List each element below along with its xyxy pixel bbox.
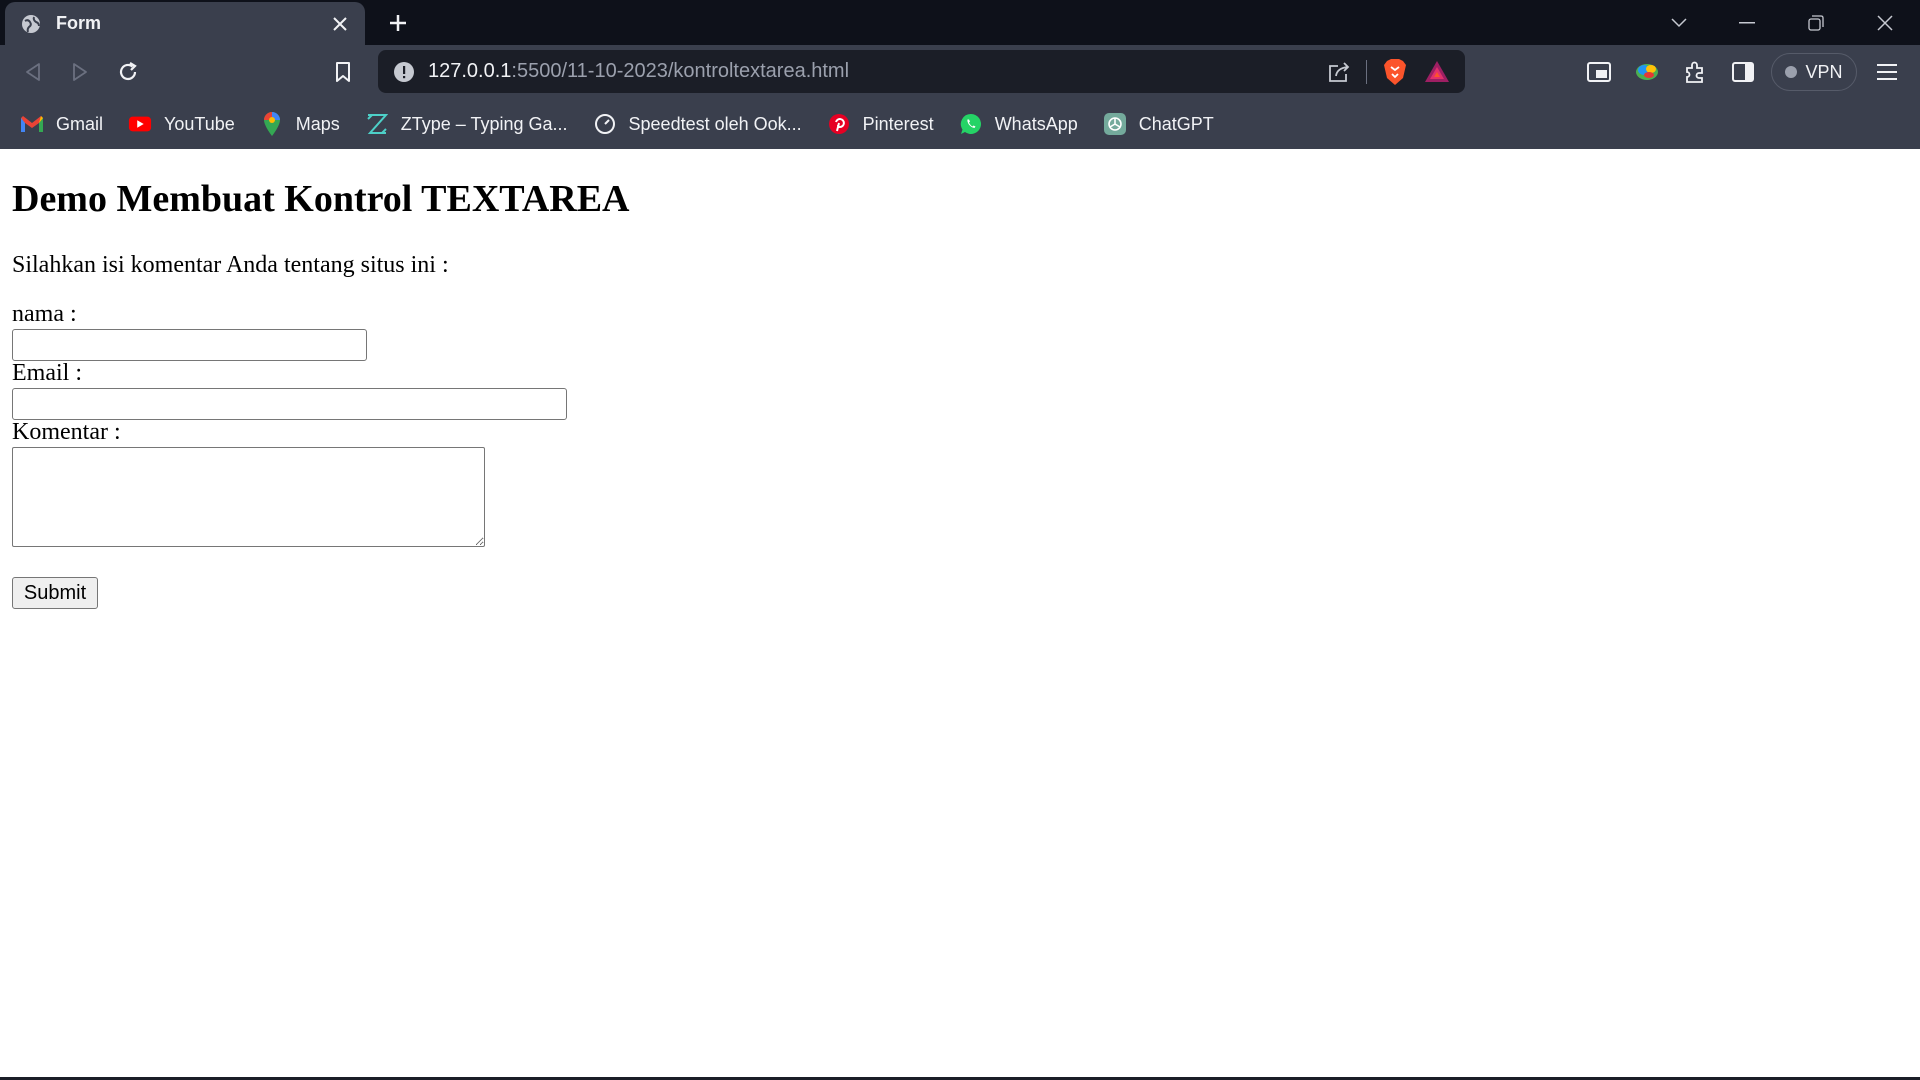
back-icon[interactable]	[18, 57, 48, 87]
sidebar-toggle-icon[interactable]	[1728, 57, 1758, 87]
komentar-textarea[interactable]	[12, 447, 485, 547]
bookmark-maps[interactable]: Maps	[260, 112, 340, 136]
url-text[interactable]: 127.0.0.1:5500/11-10-2023/kontroltextare…	[428, 60, 849, 83]
vpn-label: VPN	[1805, 61, 1843, 82]
reload-icon[interactable]	[113, 57, 143, 87]
bookmark-chatgpt[interactable]: ChatGPT	[1103, 112, 1214, 136]
bookmark-gmail[interactable]: Gmail	[20, 112, 103, 136]
gmail-icon	[20, 112, 44, 136]
bookmark-label: Speedtest oleh Ook...	[628, 113, 802, 134]
nama-label: nama :	[12, 301, 77, 327]
bookmark-label: ZType – Typing Ga...	[400, 113, 568, 134]
browser-tab[interactable]: Form	[5, 2, 365, 45]
intro-text: Silahkan isi komentar Anda tentang situs…	[12, 252, 449, 278]
bookmark-pinterest[interactable]: Pinterest	[827, 112, 934, 136]
share-icon[interactable]	[1326, 59, 1352, 85]
bookmark-label: WhatsApp	[994, 113, 1078, 134]
bookmark-label: Maps	[295, 113, 340, 134]
maps-icon	[260, 112, 284, 136]
bookmarks-bar: Gmail YouTube Maps ZType – Typing Ga... …	[0, 99, 1920, 149]
vpn-button[interactable]: VPN	[1771, 53, 1857, 91]
close-tab-icon[interactable]	[329, 13, 351, 35]
menu-icon[interactable]	[1872, 57, 1902, 87]
ztype-icon	[365, 112, 389, 136]
bookmark-label: ChatGPT	[1138, 113, 1214, 134]
email-label: Email :	[12, 360, 82, 386]
chatgpt-icon	[1103, 112, 1127, 136]
globe-icon	[20, 13, 42, 35]
close-window-icon[interactable]	[1870, 8, 1900, 38]
brave-rewards-icon[interactable]	[1423, 58, 1451, 86]
bookmark-speedtest[interactable]: Speedtest oleh Ook...	[593, 112, 802, 136]
vpn-status-icon	[1785, 66, 1798, 78]
bookmark-label: Gmail	[56, 113, 104, 134]
browser-toolbar: 127.0.0.1:5500/11-10-2023/kontroltextare…	[0, 45, 1920, 99]
whatsapp-icon	[959, 112, 983, 136]
url-host: 127.0.0.1	[428, 60, 512, 82]
bookmark-icon[interactable]	[328, 57, 358, 87]
url-path: :5500/11-10-2023/kontroltextarea.html	[511, 60, 850, 82]
extensions-puzzle-icon[interactable]	[1680, 57, 1710, 87]
tab-strip: Form	[0, 0, 1920, 45]
url-divider	[1366, 59, 1367, 84]
tab-title: Form	[56, 13, 101, 33]
pinterest-icon	[827, 112, 851, 136]
site-info-icon[interactable]	[392, 60, 416, 84]
forward-icon[interactable]	[65, 57, 95, 87]
restore-icon[interactable]	[1801, 8, 1831, 38]
email-input[interactable]	[12, 388, 567, 420]
extension-colorful-icon[interactable]	[1632, 57, 1662, 87]
bookmark-label: YouTube	[164, 113, 235, 134]
bookmark-youtube[interactable]: YouTube	[128, 112, 235, 136]
new-tab-icon[interactable]	[384, 9, 412, 37]
youtube-icon	[128, 112, 152, 136]
bookmark-whatsapp[interactable]: WhatsApp	[959, 112, 1078, 136]
picture-in-picture-icon[interactable]	[1584, 57, 1614, 87]
komentar-label: Komentar :	[12, 419, 121, 445]
address-bar[interactable]: 127.0.0.1:5500/11-10-2023/kontroltextare…	[378, 50, 1465, 93]
page-content: Demo Membuat Kontrol TEXTAREA Silahkan i…	[0, 149, 1920, 1077]
bookmark-label: Pinterest	[862, 113, 934, 134]
speedtest-icon	[593, 112, 617, 136]
submit-button[interactable]: Submit	[12, 577, 98, 609]
page-title: Demo Membuat Kontrol TEXTAREA	[12, 178, 630, 220]
nama-input[interactable]	[12, 329, 367, 361]
tab-list-chevron-icon[interactable]	[1664, 8, 1694, 38]
minimize-icon[interactable]	[1732, 8, 1762, 38]
bookmark-ztype[interactable]: ZType – Typing Ga...	[365, 112, 568, 136]
brave-shields-icon[interactable]	[1381, 58, 1409, 86]
